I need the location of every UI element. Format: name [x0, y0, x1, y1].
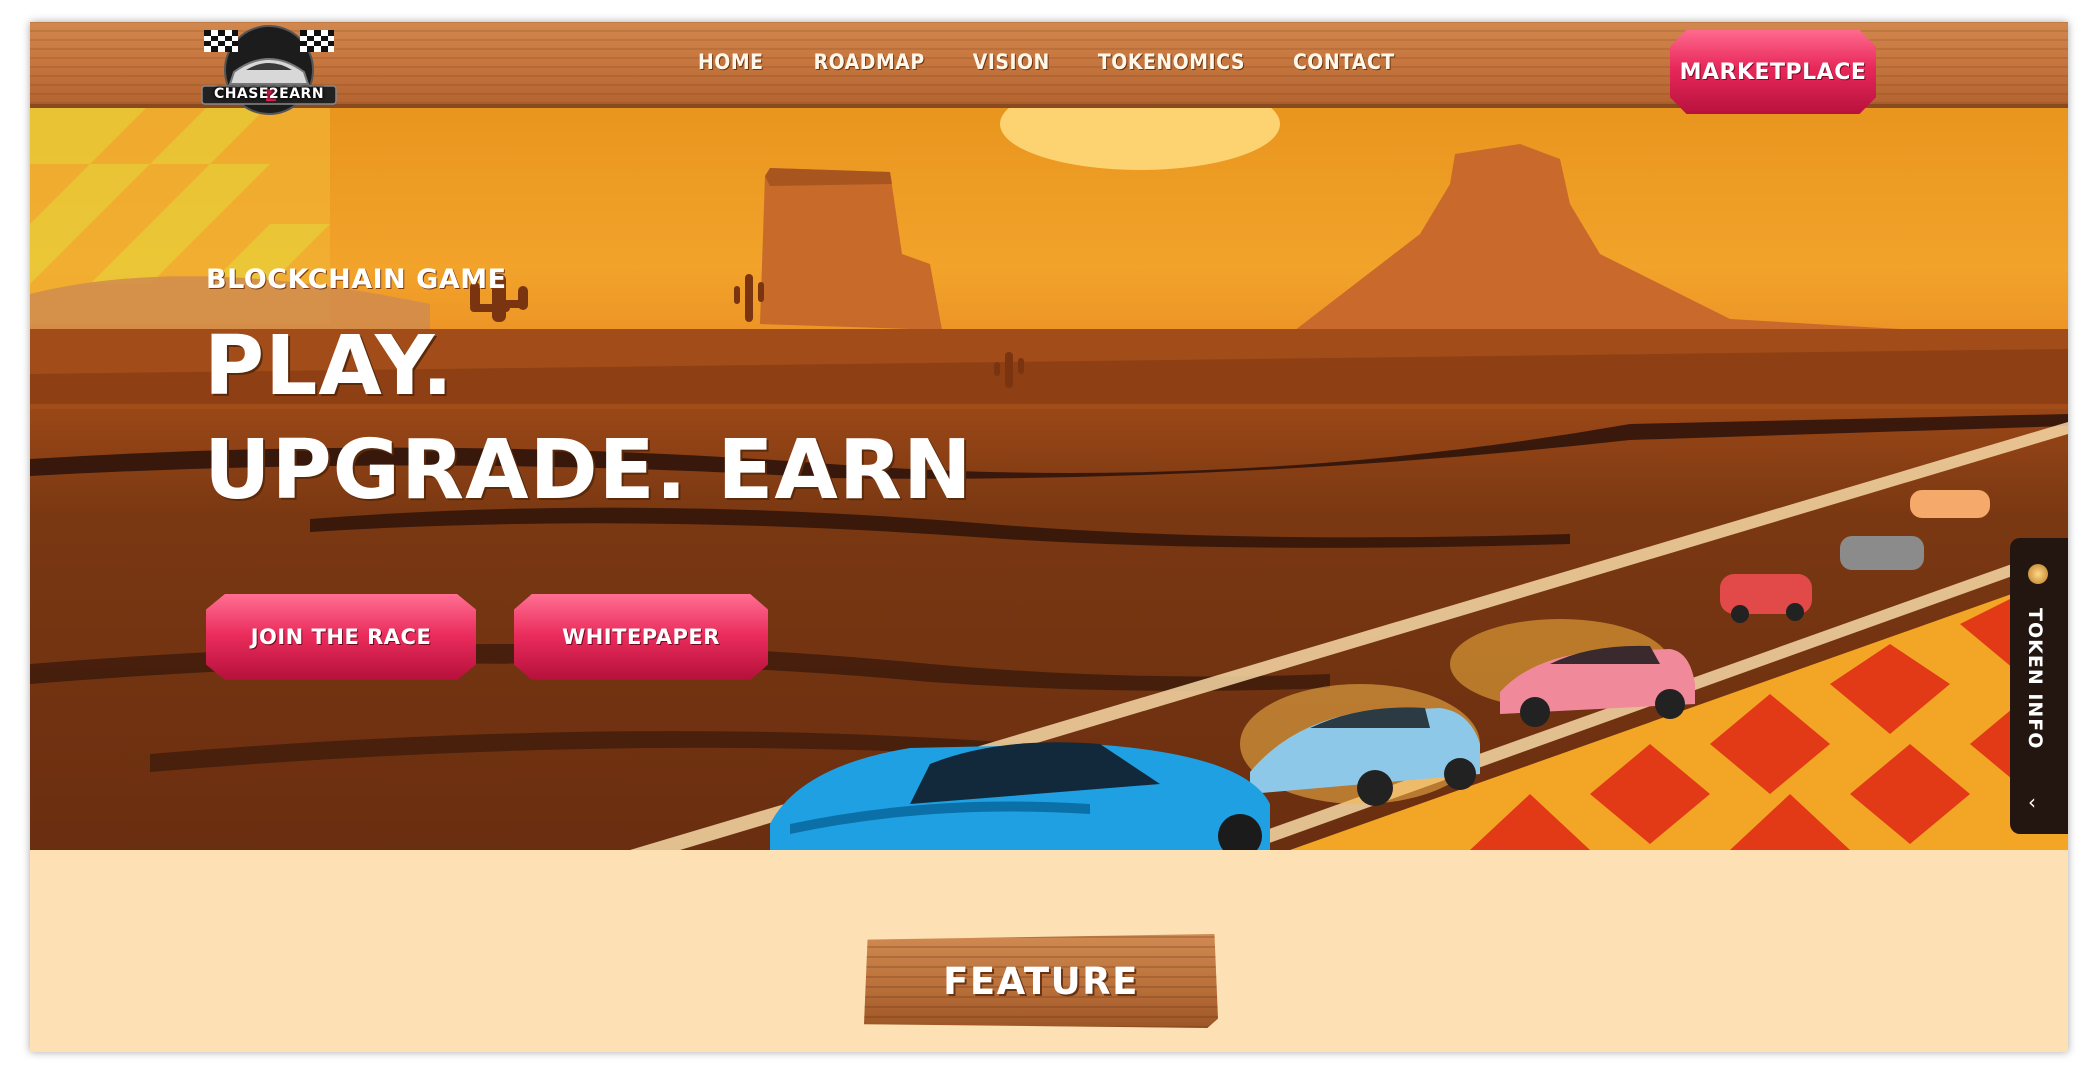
nav-home[interactable]: HOME	[698, 50, 764, 74]
nav-roadmap[interactable]: ROADMAP	[814, 50, 925, 74]
chevron-left-icon[interactable]: ‹	[2028, 790, 2036, 814]
nav-tokenomics[interactable]: TOKENOMICS	[1098, 50, 1245, 74]
nav-vision[interactable]: VISION	[973, 50, 1050, 74]
token-coin-icon	[2028, 564, 2048, 584]
token-info-tab[interactable]: TOKEN INFO ‹	[2010, 538, 2068, 834]
hero-title-line1: PLAY.	[204, 319, 454, 414]
nav-contact[interactable]: CONTACT	[1293, 50, 1395, 74]
hero-subtitle: BLOCKCHAIN GAME	[206, 264, 507, 295]
join-the-race-button[interactable]: JOIN THE RACE	[206, 594, 476, 680]
token-info-label: TOKEN INFO	[2024, 608, 2046, 750]
racing-flags-icon	[201, 25, 337, 115]
nav-menu: HOME ROADMAP VISION TOKENOMICS CONTACT	[698, 50, 1395, 74]
feature-heading-plank: FEATURE	[864, 934, 1218, 1028]
logo-text: CHASE2EARN	[213, 86, 325, 102]
marketplace-button[interactable]: MARKETPLACE	[1670, 30, 1876, 114]
chase2earn-logo[interactable]: CHASE2EARN	[198, 24, 340, 116]
whitepaper-button[interactable]: WHITEPAPER	[514, 594, 768, 680]
page-frame: HOME ROADMAP VISION TOKENOMICS CONTACT C…	[30, 22, 2068, 1052]
hero-banner: BLOCKCHAIN GAME PLAY. UPGRADE. EARN JOIN…	[30, 104, 2068, 850]
hero-title-line2: UPGRADE. EARN	[204, 423, 973, 518]
feature-heading: FEATURE	[943, 959, 1139, 1003]
